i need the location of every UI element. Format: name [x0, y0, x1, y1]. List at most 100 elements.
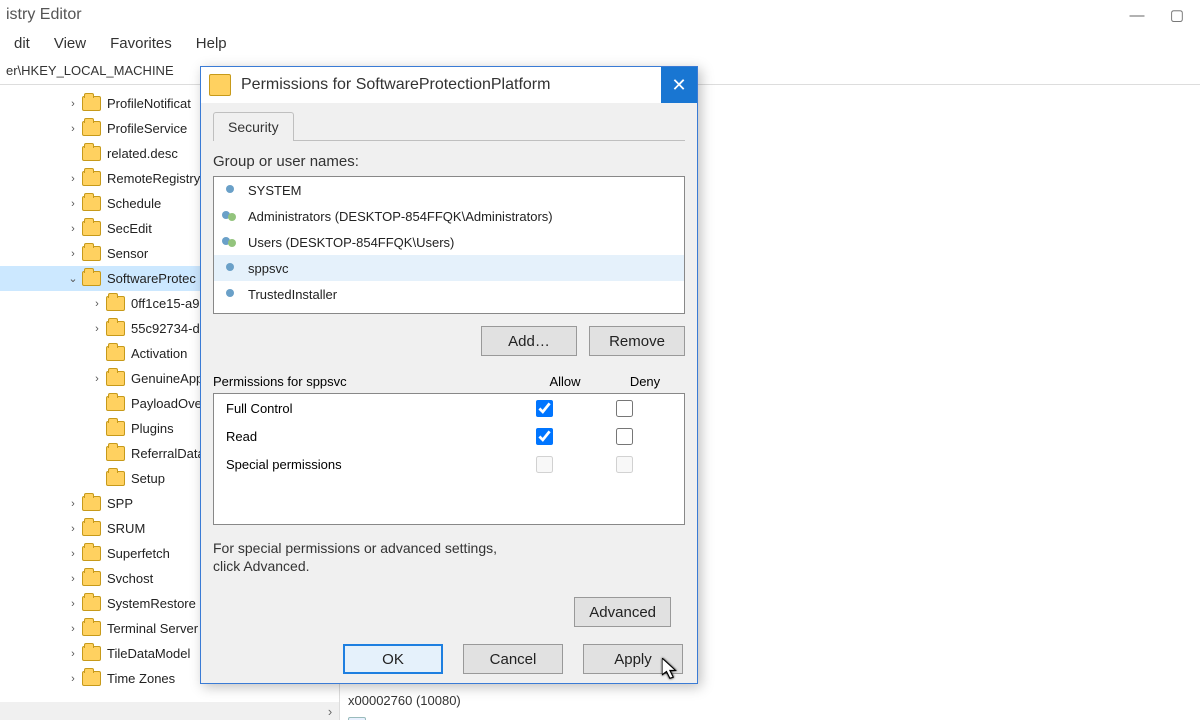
permissions-list: Full ControlReadSpecial permissions: [213, 393, 685, 525]
scroll-right-icon[interactable]: ›: [321, 702, 339, 720]
advanced-text: For special permissions or advanced sett…: [213, 539, 513, 575]
folder-icon: [106, 321, 125, 336]
expander-icon[interactable]: [90, 447, 104, 461]
menu-help[interactable]: Help: [186, 33, 237, 54]
expander-icon[interactable]: ›: [66, 497, 80, 511]
folder-icon: [82, 521, 101, 536]
allow-checkbox[interactable]: [536, 428, 553, 445]
expander-icon[interactable]: ›: [66, 547, 80, 561]
menu-view[interactable]: View: [44, 33, 96, 54]
folder-icon: [106, 421, 125, 436]
expander-icon[interactable]: ›: [66, 222, 80, 236]
group-name: TrustedInstaller: [248, 287, 337, 302]
deny-checkbox[interactable]: [616, 428, 633, 445]
tree-item-label: related.desc: [107, 146, 178, 161]
folder-icon: [82, 596, 101, 611]
group-item[interactable]: sppsvc: [214, 255, 684, 281]
expander-icon[interactable]: [90, 347, 104, 361]
expander-icon[interactable]: ›: [66, 197, 80, 211]
permission-name: Full Control: [226, 401, 504, 416]
maximize-button[interactable]: ▢: [1166, 4, 1188, 26]
expander-icon[interactable]: ›: [66, 172, 80, 186]
tree-item-label: SystemRestore: [107, 596, 196, 611]
permission-name: Special permissions: [226, 457, 504, 472]
user-icon: [222, 181, 240, 199]
tree-item-label: GenuineApp: [131, 371, 203, 386]
permission-row: Special permissions: [214, 450, 684, 478]
expander-icon[interactable]: ›: [90, 322, 104, 336]
expander-icon[interactable]: [90, 397, 104, 411]
tree-item-label: 55c92734-d6: [131, 321, 207, 336]
allow-checkbox[interactable]: [536, 400, 553, 417]
groups-list[interactable]: SYSTEM Administrators (DESKTOP-854FFQK\Ad…: [213, 176, 685, 314]
expander-icon[interactable]: [90, 472, 104, 486]
security-icon: [209, 74, 231, 96]
group-item[interactable]: Administrators (DESKTOP-854FFQK\Administ…: [214, 203, 684, 229]
menu-favorites[interactable]: Favorites: [100, 33, 182, 54]
allow-header: Allow: [525, 374, 605, 389]
folder-icon: [82, 121, 101, 136]
tree-item-label: RemoteRegistry: [107, 171, 200, 186]
group-item[interactable]: Users (DESKTOP-854FFQK\Users): [214, 229, 684, 255]
advanced-button[interactable]: Advanced: [574, 597, 671, 627]
expander-icon[interactable]: [90, 422, 104, 436]
ok-button[interactable]: OK: [343, 644, 443, 674]
tree-item-label: SRUM: [107, 521, 145, 536]
expander-icon[interactable]: ›: [66, 247, 80, 261]
expander-icon[interactable]: [66, 147, 80, 161]
value-row[interactable]: VLRenewalIntervalREG_DWORD: [340, 713, 1200, 720]
deny-checkbox[interactable]: [616, 400, 633, 417]
group-name: sppsvc: [248, 261, 288, 276]
folder-icon: [82, 171, 101, 186]
group-item[interactable]: TrustedInstaller: [214, 281, 684, 307]
dialog-titlebar[interactable]: Permissions for SoftwareProtectionPlatfo…: [201, 67, 697, 103]
menu-bar: dit View Favorites Help: [0, 30, 1200, 56]
expander-icon[interactable]: ⌄: [66, 272, 80, 286]
folder-icon: [82, 646, 101, 661]
minimize-button[interactable]: —: [1126, 4, 1148, 26]
group-name: SYSTEM: [248, 183, 301, 198]
group-item[interactable]: SYSTEM: [214, 177, 684, 203]
expander-icon[interactable]: ›: [66, 522, 80, 536]
tree-item-label: Setup: [131, 471, 165, 486]
group-icon: [222, 233, 240, 251]
folder-icon: [106, 371, 125, 386]
tab-security[interactable]: Security: [213, 112, 294, 141]
tree-item-label: 0ff1ce15-a9: [131, 296, 199, 311]
apply-button[interactable]: Apply: [583, 644, 683, 674]
expander-icon[interactable]: ›: [66, 647, 80, 661]
folder-icon: [82, 96, 101, 111]
tree-item-label: ReferralData: [131, 446, 205, 461]
folder-icon: [82, 671, 101, 686]
expander-icon[interactable]: ›: [90, 297, 104, 311]
folder-icon: [82, 146, 101, 161]
folder-icon: [106, 346, 125, 361]
close-button[interactable]: ✕: [661, 67, 697, 103]
remove-button[interactable]: Remove: [589, 326, 685, 356]
folder-icon: [106, 471, 125, 486]
permissions-dialog: Permissions for SoftwareProtectionPlatfo…: [200, 66, 698, 684]
expander-icon[interactable]: ›: [90, 372, 104, 386]
deny-header: Deny: [605, 374, 685, 389]
tree-item-label: ProfileNotificat: [107, 96, 191, 111]
app-title: istry Editor: [6, 6, 1126, 24]
tree-item-label: Schedule: [107, 196, 161, 211]
expander-icon[interactable]: ›: [66, 122, 80, 136]
expander-icon[interactable]: ›: [66, 672, 80, 686]
user-icon: [222, 285, 240, 303]
menu-edit[interactable]: dit: [4, 33, 40, 54]
address-key: er\HKEY_LOCAL_MACHINE: [6, 63, 174, 78]
permission-row: Full Control: [214, 394, 684, 422]
add-button[interactable]: Add…: [481, 326, 577, 356]
expander-icon[interactable]: ›: [66, 622, 80, 636]
folder-icon: [82, 546, 101, 561]
value-row[interactable]: x00002760 (10080): [340, 687, 1200, 713]
expander-icon[interactable]: ›: [66, 597, 80, 611]
cancel-button[interactable]: Cancel: [463, 644, 563, 674]
expander-icon[interactable]: ›: [66, 572, 80, 586]
expander-icon[interactable]: ›: [66, 97, 80, 111]
folder-icon: [82, 271, 101, 286]
tree-item-label: SoftwareProtec: [107, 271, 196, 286]
folder-icon: [106, 296, 125, 311]
tree-item-label: Superfetch: [107, 546, 170, 561]
